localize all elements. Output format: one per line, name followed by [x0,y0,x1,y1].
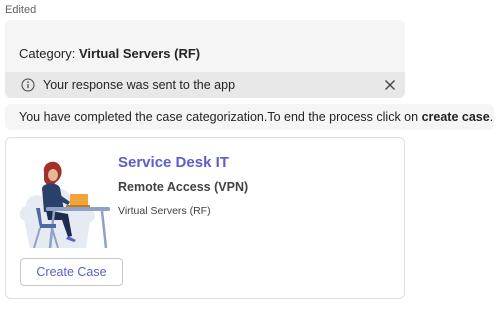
category-value: Virtual Servers (RF) [79,46,201,61]
service-subtitle: Remote Access (VPN) [118,180,249,194]
completion-message: You have completed the case categorizati… [5,104,494,130]
notice-text: Your response was sent to the app [43,78,236,92]
service-detail: Virtual Servers (RF) [118,205,211,217]
category-label: Category: [19,46,76,61]
chat-page: Edited Category: Virtual Servers (RF) Yo… [0,0,500,316]
info-icon [21,78,35,92]
completion-text: You have completed the case categorizati… [19,110,493,124]
service-title: Service Desk IT [118,154,229,171]
completion-text-main: You have completed the case categorizati… [19,110,422,124]
edited-label: Edited [5,4,37,16]
category-line: Category: Virtual Servers (RF) [19,46,200,61]
category-card: Category: Virtual Servers (RF) Your resp… [5,20,405,98]
completion-text-end: . [489,110,494,124]
person-at-laptop-illustration [19,161,110,249]
create-case-button[interactable]: Create Case [20,258,123,286]
close-icon[interactable] [381,76,399,94]
completion-text-emphasis: create case [421,110,490,124]
service-desk-card: Service Desk IT Remote Access (VPN) Virt… [5,137,405,299]
response-sent-notice: Your response was sent to the app [5,72,405,98]
